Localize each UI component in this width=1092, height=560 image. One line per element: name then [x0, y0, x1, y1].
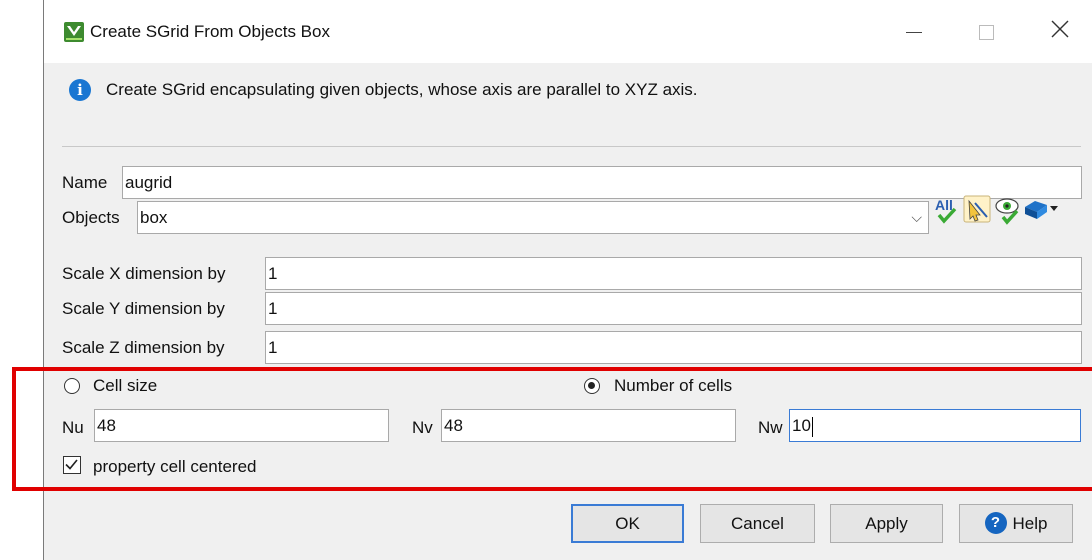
number-of-cells-radio[interactable]: [584, 378, 600, 394]
help-icon: ?: [984, 511, 1007, 534]
nv-field[interactable]: 48: [441, 409, 736, 442]
cell-size-label: Cell size: [93, 376, 158, 395]
property-cell-centered-label: property cell centered: [93, 457, 257, 476]
title-bar: Create SGrid From Objects Box: [44, 0, 1092, 63]
scale-z-label: Scale Z dimension by: [62, 338, 225, 357]
close-button[interactable]: [1038, 12, 1082, 52]
cell-size-radio[interactable]: [64, 378, 80, 394]
maximize-button[interactable]: [964, 12, 1008, 52]
select-all-label: All: [935, 197, 953, 213]
nw-value: 10: [792, 416, 811, 435]
info-message: Create SGrid encapsulating given objects…: [106, 80, 698, 99]
menu-arrow-icon: [1050, 206, 1058, 211]
scale-y-field[interactable]: 1: [265, 292, 1082, 325]
apply-button[interactable]: Apply: [830, 504, 943, 543]
scale-z-field[interactable]: 1: [265, 331, 1082, 364]
scale-y-label: Scale Y dimension by: [62, 299, 225, 318]
scale-x-value: 1: [268, 264, 278, 283]
number-of-cells-label: Number of cells: [614, 376, 733, 395]
app-logo-icon: [64, 22, 84, 42]
nu-value: 48: [97, 416, 116, 435]
help-label: Help: [1012, 514, 1048, 533]
nw-label: Nw: [758, 418, 783, 437]
cancel-button[interactable]: Cancel: [700, 504, 815, 543]
pick-in-viewer-button[interactable]: [963, 193, 991, 225]
object-filter-menu-button[interactable]: [1023, 193, 1059, 225]
window-title: Create SGrid From Objects Box: [90, 22, 330, 41]
name-value: augrid: [125, 173, 173, 192]
nu-label: Nu: [62, 418, 84, 437]
scale-x-label: Scale X dimension by: [62, 264, 226, 283]
text-caret: [811, 416, 813, 437]
dialog-window: Create SGrid From Objects Box i Create S…: [43, 0, 1092, 560]
nv-value: 48: [444, 416, 463, 435]
objects-label: Objects: [62, 208, 120, 227]
nu-field[interactable]: 48: [94, 409, 389, 442]
minimize-icon: [906, 32, 922, 33]
select-all-button[interactable]: All: [933, 193, 961, 225]
objects-value: box: [140, 208, 168, 227]
chevron-down-icon: ⌵: [911, 209, 922, 225]
objects-dropdown[interactable]: box ⌵: [137, 201, 929, 234]
name-label: Name: [62, 173, 108, 192]
minimize-button[interactable]: [892, 12, 936, 52]
scale-z-value: 1: [268, 338, 278, 357]
scale-y-value: 1: [268, 299, 278, 318]
visible-objects-button[interactable]: [993, 193, 1021, 225]
scale-x-field[interactable]: 1: [265, 257, 1082, 290]
checkmark-icon: [65, 459, 78, 470]
info-icon: i: [69, 79, 91, 101]
help-button[interactable]: ? Help: [959, 504, 1073, 543]
property-cell-centered-checkbox[interactable]: [63, 456, 81, 474]
maximize-icon: [979, 25, 994, 40]
nw-field[interactable]: 10: [789, 409, 1081, 442]
separator: [62, 146, 1081, 147]
nv-label: Nv: [412, 418, 433, 437]
ok-button[interactable]: OK: [571, 504, 684, 543]
close-icon: [1051, 20, 1069, 38]
